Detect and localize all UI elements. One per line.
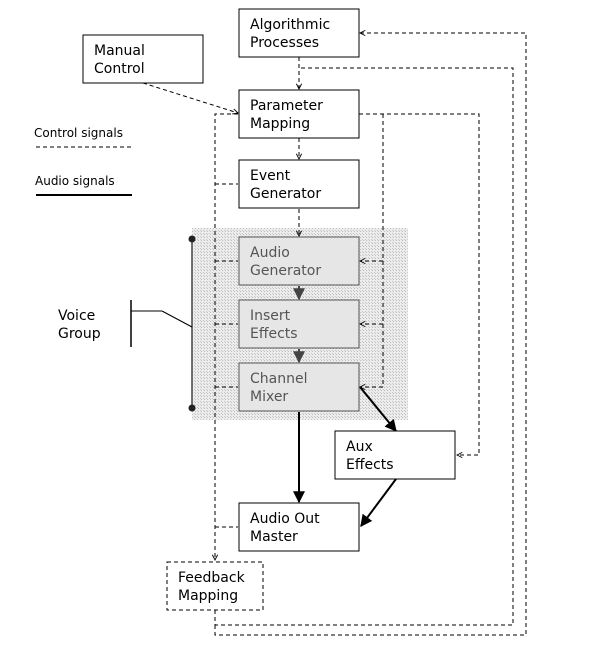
voice-group-label-2: Group — [58, 326, 101, 342]
legend-audio-label: Audio signals — [35, 174, 115, 188]
node-insert-effects[interactable]: Insert Effects — [238, 299, 360, 349]
node-label: Mapping — [178, 588, 238, 604]
node-algorithmic-processes[interactable]: Algorithmic Processes — [238, 8, 360, 58]
node-label: Processes — [250, 35, 319, 51]
node-label: Audio Out — [250, 511, 320, 527]
node-label: Mapping — [250, 116, 310, 132]
legend-control-label: Control signals — [34, 126, 123, 140]
node-label: Mixer — [250, 389, 288, 405]
node-label: Manual — [94, 43, 145, 59]
node-label: Effects — [250, 326, 298, 342]
node-label: Aux — [346, 439, 373, 455]
signal-flow-diagram: Control signals Audio signals Voice Grou… — [34, 8, 527, 636]
manual-to-parameter-link — [142, 82, 238, 113]
node-label: Control — [94, 61, 145, 77]
node-event-generator[interactable]: Event Generator — [238, 159, 360, 209]
node-label: Insert — [250, 308, 291, 324]
node-label: Effects — [346, 457, 394, 473]
node-aux-effects[interactable]: Aux Effects — [334, 430, 456, 480]
aux-to-out-link — [360, 478, 397, 527]
node-label: Channel — [250, 371, 307, 387]
node-label: Parameter — [250, 98, 323, 114]
node-label: Feedback — [178, 570, 246, 586]
voice-group-bracket: Voice Group — [58, 235, 196, 412]
node-audio-out-master[interactable]: Audio Out Master — [238, 502, 360, 552]
node-label: Audio — [250, 245, 290, 261]
node-channel-mixer[interactable]: Channel Mixer — [238, 362, 360, 412]
node-label: Generator — [250, 263, 321, 279]
node-manual-control[interactable]: Manual Control — [82, 34, 204, 84]
legend: Control signals Audio signals — [34, 126, 132, 196]
node-feedback-mapping[interactable]: Feedback Mapping — [166, 561, 264, 611]
node-label: Generator — [250, 186, 321, 202]
node-parameter-mapping[interactable]: Parameter Mapping — [238, 89, 360, 139]
node-label: Event — [250, 168, 291, 184]
node-label: Master — [250, 529, 298, 545]
node-label: Algorithmic — [250, 17, 330, 33]
node-audio-generator[interactable]: Audio Generator — [238, 236, 360, 286]
voice-group-label-1: Voice — [58, 308, 95, 324]
